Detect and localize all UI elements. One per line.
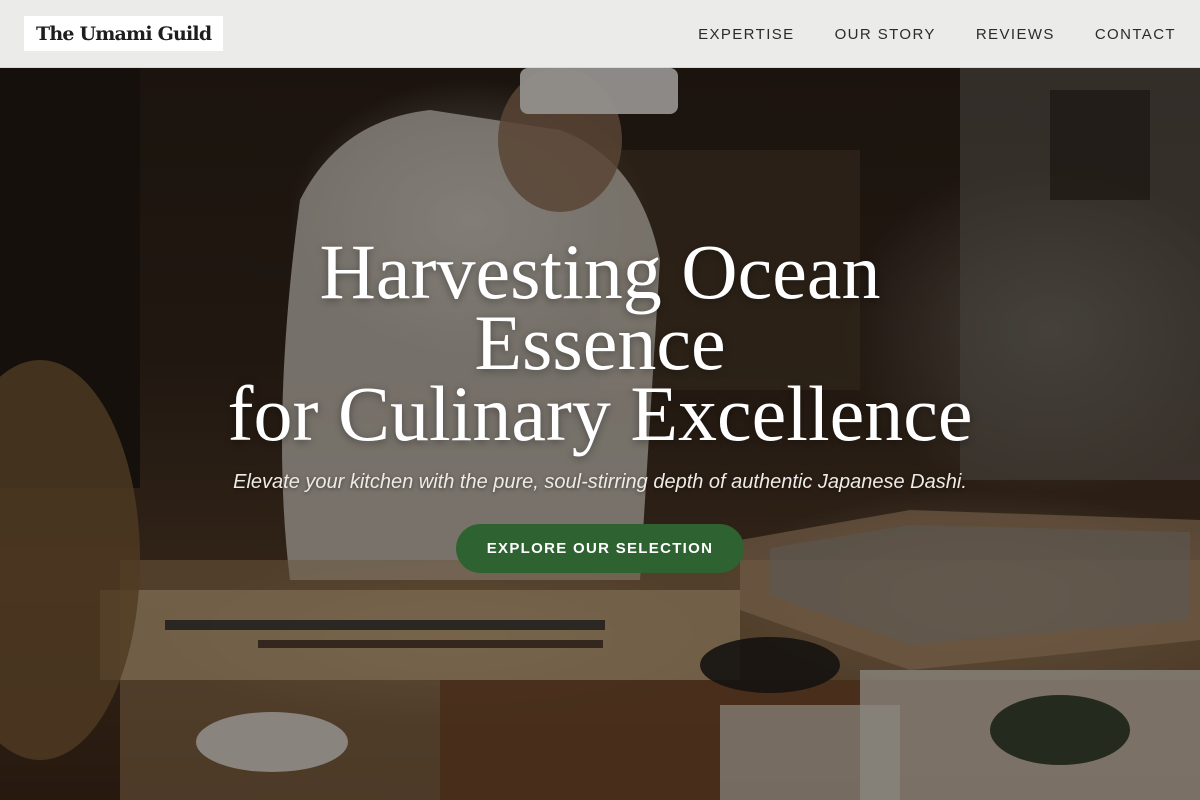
nav-link-expertise[interactable]: EXPERTISE (698, 26, 795, 43)
headline-line: Harvesting Ocean (319, 228, 881, 315)
main-nav: EXPERTISE OUR STORY REVIEWS CONTACT (698, 0, 1176, 68)
headline-line: Essence (474, 299, 726, 386)
nav-link-reviews[interactable]: REVIEWS (976, 26, 1055, 43)
top-navbar: The Umami Guild EXPERTISE OUR STORY REVI… (0, 0, 1200, 68)
site-logo[interactable]: The Umami Guild (24, 16, 224, 51)
headline-line: for Culinary Excellence (227, 370, 973, 457)
explore-selection-button[interactable]: EXPLORE OUR SELECTION (456, 524, 744, 573)
hero-content: Harvesting Ocean Essence for Culinary Ex… (0, 228, 1200, 573)
hero-headline: Harvesting Ocean Essence for Culinary Ex… (0, 228, 1200, 457)
hero-subtitle: Elevate your kitchen with the pure, soul… (233, 471, 967, 493)
nav-link-our-story[interactable]: OUR STORY (835, 26, 936, 43)
nav-link-contact[interactable]: CONTACT (1095, 26, 1176, 43)
